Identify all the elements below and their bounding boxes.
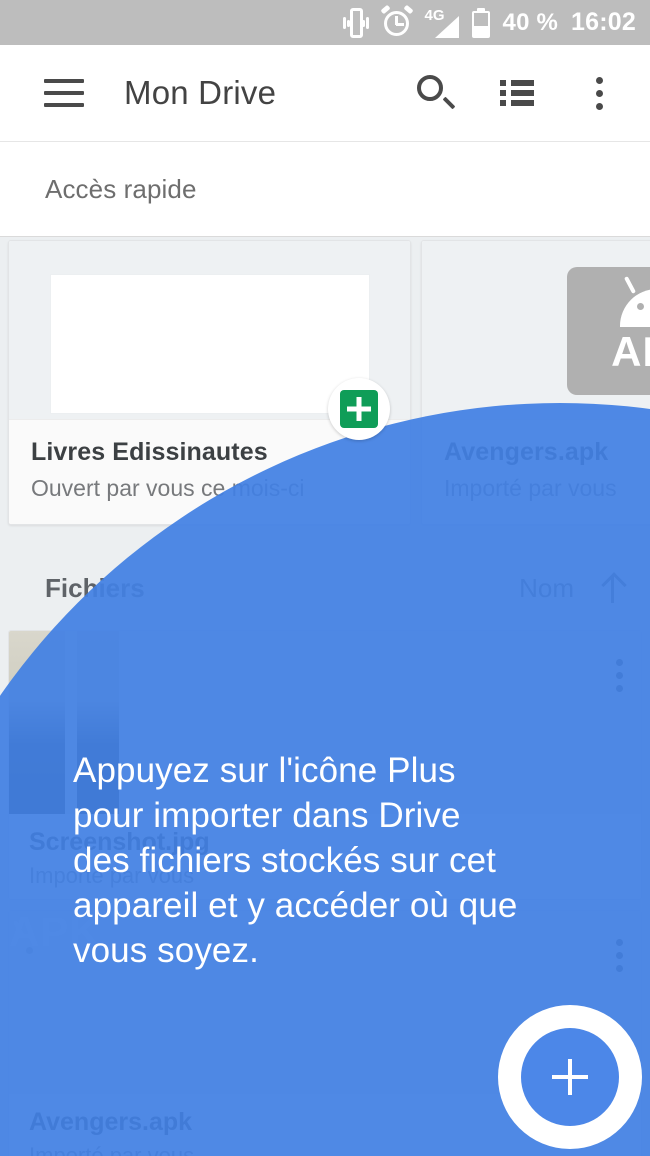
app-bar-actions (414, 72, 620, 114)
plus-icon (552, 1059, 588, 1095)
signal-4g-icon: 4G (425, 7, 459, 38)
drive-app-screen: 4G 40 % 16:02 Mon Drive Accès rapide Liv… (0, 0, 650, 1156)
alarm-icon (379, 4, 414, 38)
page-title: Mon Drive (124, 74, 277, 111)
status-bar: 4G 40 % 16:02 (0, 0, 650, 45)
battery-icon (471, 7, 490, 38)
google-sheets-icon (328, 378, 390, 440)
quick-access-header: Accès rapide (0, 142, 650, 237)
document-preview (49, 274, 370, 414)
search-icon[interactable] (414, 72, 456, 114)
hamburger-menu-icon[interactable] (44, 79, 84, 107)
list-view-icon[interactable] (496, 72, 538, 114)
vibrate-icon (342, 7, 369, 38)
quick-access-label: Accès rapide (45, 173, 197, 204)
android-apk-icon: APK (567, 267, 650, 395)
fab-highlight-ring (498, 1005, 642, 1149)
battery-percent-label: 40 % (502, 8, 559, 36)
add-new-fab[interactable] (521, 1028, 619, 1126)
app-bar: Mon Drive (0, 45, 650, 142)
onboarding-message: Appuyez sur l'icône Plus pour importer d… (73, 751, 518, 970)
apk-label: APK (611, 328, 650, 375)
overflow-menu-icon[interactable] (578, 72, 620, 114)
clock-label: 16:02 (571, 8, 636, 36)
